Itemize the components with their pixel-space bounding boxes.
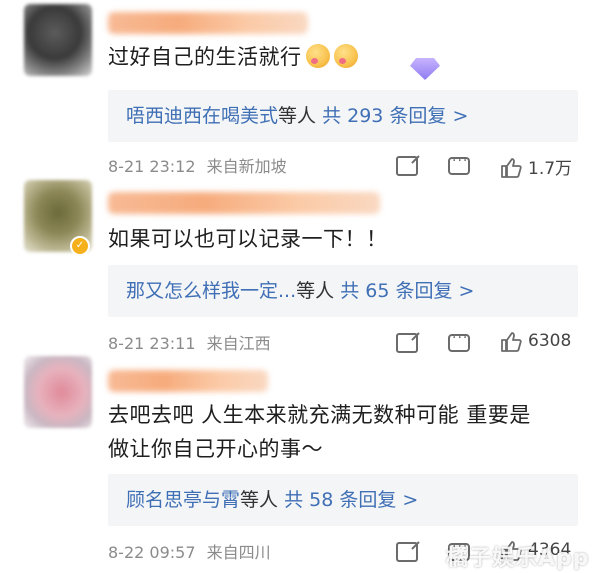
- username-blurred[interactable]: [108, 370, 268, 392]
- reply-users[interactable]: 顾名思亭与霄: [126, 489, 240, 511]
- reply-summary[interactable]: 唔西迪西在喝美式等人 共 293 条回复 >: [108, 90, 578, 142]
- thumbs-up-icon: [500, 331, 522, 352]
- location: 来自四川: [206, 543, 271, 562]
- comment-icon: [448, 153, 470, 175]
- like-count: 1.7万: [528, 159, 573, 179]
- like-button[interactable]: 6308: [500, 331, 572, 352]
- avatar[interactable]: [24, 356, 92, 428]
- reply-summary[interactable]: 顾名思亭与霄等人 共 58 条回复 >: [108, 474, 578, 526]
- location: 来自新加坡: [206, 157, 287, 176]
- comment-text-body: 如果可以也可以记录一下！！: [108, 227, 388, 251]
- reply-count-link[interactable]: 共 65 条回复 >: [340, 280, 474, 302]
- comment-meta: 8-21 23:11 来自江西: [108, 333, 271, 355]
- reply-count-link[interactable]: 共 58 条回复 >: [284, 489, 418, 511]
- vip-gem-icon: [410, 58, 440, 80]
- like-count: 6308: [528, 331, 572, 351]
- username-blurred[interactable]: [108, 192, 380, 214]
- username-blurred[interactable]: [108, 12, 308, 34]
- location: 来自江西: [206, 334, 271, 353]
- comment-button[interactable]: [448, 153, 470, 175]
- comment-text-line-1: 去吧去吧 人生本来就充满无数种可能 重要是: [108, 403, 531, 427]
- comment-text: 过好自己的生活就行: [108, 40, 358, 74]
- face-with-hearts-emoji-icon: [333, 44, 358, 68]
- share-button[interactable]: [396, 542, 418, 562]
- share-icon: [396, 542, 418, 562]
- reply-mid-text: 等人: [296, 280, 335, 302]
- comment-meta: 8-21 23:12 来自新加坡: [108, 156, 287, 178]
- like-button[interactable]: 1.7万: [500, 154, 572, 179]
- thumbs-up-icon: [500, 157, 522, 178]
- share-button[interactable]: [396, 156, 418, 176]
- comment-text: 如果可以也可以记录一下！！: [108, 222, 388, 256]
- reply-mid-text: 等人: [278, 105, 317, 127]
- share-icon: [396, 333, 418, 353]
- face-with-hearts-emoji-icon: [305, 44, 330, 68]
- reply-users[interactable]: 唔西迪西在喝美式: [126, 105, 278, 127]
- comment-text-line-2: 做让你自己开心的事～: [108, 437, 323, 461]
- avatar[interactable]: [24, 4, 92, 76]
- timestamp: 8-21 23:12: [108, 157, 196, 176]
- comment-text-body: 过好自己的生活就行: [108, 45, 302, 69]
- reply-count-link[interactable]: 共 293 条回复 >: [322, 105, 468, 127]
- comment-button[interactable]: [448, 330, 470, 352]
- comment-icon: [448, 330, 470, 352]
- timestamp: 8-22 09:57: [108, 543, 196, 562]
- reply-users[interactable]: 那又怎么样我一定...: [126, 280, 296, 302]
- comment-text: 去吧去吧 人生本来就充满无数种可能 重要是 做让你自己开心的事～: [108, 398, 531, 466]
- share-button[interactable]: [396, 333, 418, 353]
- watermark-text: 橘子娱乐App: [446, 546, 590, 571]
- reply-summary[interactable]: 那又怎么样我一定...等人 共 65 条回复 >: [108, 265, 578, 317]
- verified-badge-icon: ✓: [70, 236, 90, 256]
- comment-meta: 8-22 09:57 来自四川: [108, 542, 271, 564]
- timestamp: 8-21 23:11: [108, 334, 196, 353]
- reply-mid-text: 等人: [240, 489, 279, 511]
- share-icon: [396, 156, 418, 176]
